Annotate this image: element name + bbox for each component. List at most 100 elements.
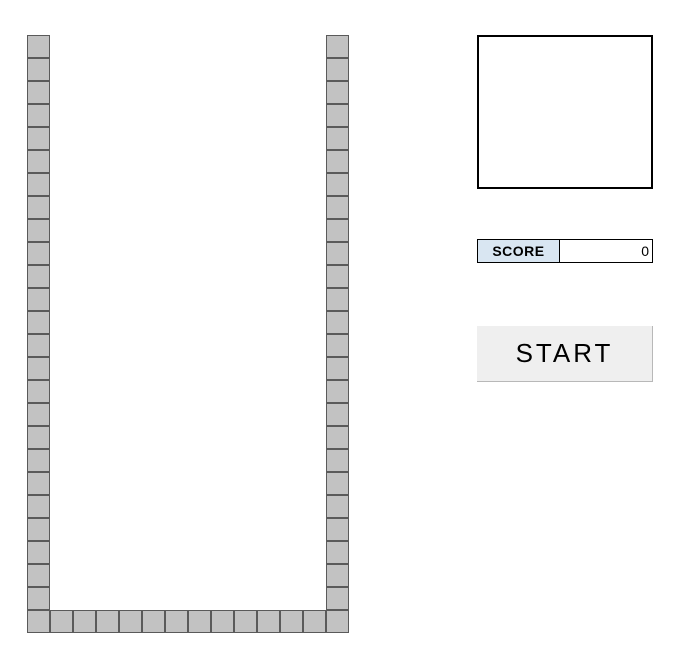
empty-cell — [73, 81, 96, 104]
empty-cell — [303, 449, 326, 472]
empty-cell — [142, 587, 165, 610]
empty-cell — [188, 403, 211, 426]
empty-cell — [96, 173, 119, 196]
empty-cell — [119, 541, 142, 564]
empty-cell — [119, 173, 142, 196]
empty-cell — [257, 403, 280, 426]
empty-cell — [280, 196, 303, 219]
empty-cell — [165, 265, 188, 288]
empty-cell — [50, 150, 73, 173]
empty-cell — [142, 35, 165, 58]
start-button[interactable]: START — [477, 326, 653, 382]
wall-cell — [257, 610, 280, 633]
empty-cell — [50, 265, 73, 288]
empty-cell — [96, 104, 119, 127]
empty-cell — [188, 334, 211, 357]
wall-cell — [188, 610, 211, 633]
empty-cell — [211, 196, 234, 219]
empty-cell — [165, 334, 188, 357]
empty-cell — [234, 495, 257, 518]
empty-cell — [119, 587, 142, 610]
empty-cell — [280, 127, 303, 150]
empty-cell — [142, 104, 165, 127]
empty-cell — [50, 587, 73, 610]
empty-cell — [50, 81, 73, 104]
wall-cell — [27, 81, 50, 104]
empty-cell — [119, 449, 142, 472]
empty-cell — [73, 242, 96, 265]
empty-cell — [188, 150, 211, 173]
empty-cell — [142, 564, 165, 587]
empty-cell — [142, 219, 165, 242]
empty-cell — [188, 495, 211, 518]
empty-cell — [50, 449, 73, 472]
empty-cell — [257, 219, 280, 242]
empty-cell — [188, 518, 211, 541]
empty-cell — [211, 104, 234, 127]
empty-cell — [257, 426, 280, 449]
empty-cell — [165, 380, 188, 403]
empty-cell — [188, 196, 211, 219]
empty-cell — [280, 587, 303, 610]
empty-cell — [119, 127, 142, 150]
empty-cell — [234, 403, 257, 426]
empty-cell — [211, 449, 234, 472]
empty-cell — [96, 334, 119, 357]
empty-cell — [280, 81, 303, 104]
empty-cell — [188, 242, 211, 265]
empty-cell — [188, 58, 211, 81]
empty-cell — [234, 518, 257, 541]
empty-cell — [142, 449, 165, 472]
empty-cell — [303, 564, 326, 587]
empty-cell — [188, 35, 211, 58]
empty-cell — [257, 242, 280, 265]
empty-cell — [165, 150, 188, 173]
empty-cell — [142, 472, 165, 495]
score-value: 0 — [560, 240, 652, 262]
empty-cell — [96, 587, 119, 610]
empty-cell — [50, 518, 73, 541]
empty-cell — [119, 81, 142, 104]
empty-cell — [234, 564, 257, 587]
empty-cell — [211, 150, 234, 173]
empty-cell — [119, 495, 142, 518]
empty-cell — [303, 357, 326, 380]
empty-cell — [142, 357, 165, 380]
empty-cell — [280, 334, 303, 357]
wall-cell — [326, 173, 349, 196]
wall-cell — [27, 311, 50, 334]
empty-cell — [96, 150, 119, 173]
wall-cell — [27, 587, 50, 610]
wall-cell — [326, 311, 349, 334]
empty-cell — [96, 288, 119, 311]
wall-cell — [27, 265, 50, 288]
empty-cell — [73, 219, 96, 242]
empty-cell — [73, 288, 96, 311]
empty-cell — [211, 311, 234, 334]
empty-cell — [73, 104, 96, 127]
empty-cell — [50, 104, 73, 127]
empty-cell — [96, 35, 119, 58]
empty-cell — [165, 495, 188, 518]
wall-cell — [73, 610, 96, 633]
empty-cell — [96, 495, 119, 518]
empty-cell — [142, 311, 165, 334]
wall-cell — [326, 357, 349, 380]
empty-cell — [73, 380, 96, 403]
empty-cell — [165, 449, 188, 472]
empty-cell — [234, 541, 257, 564]
empty-cell — [165, 173, 188, 196]
empty-cell — [257, 541, 280, 564]
empty-cell — [165, 357, 188, 380]
empty-cell — [257, 472, 280, 495]
empty-cell — [165, 81, 188, 104]
empty-cell — [165, 196, 188, 219]
empty-cell — [142, 426, 165, 449]
wall-cell — [27, 242, 50, 265]
empty-cell — [142, 403, 165, 426]
empty-cell — [257, 449, 280, 472]
wall-cell — [27, 426, 50, 449]
empty-cell — [50, 403, 73, 426]
empty-cell — [142, 380, 165, 403]
empty-cell — [142, 242, 165, 265]
